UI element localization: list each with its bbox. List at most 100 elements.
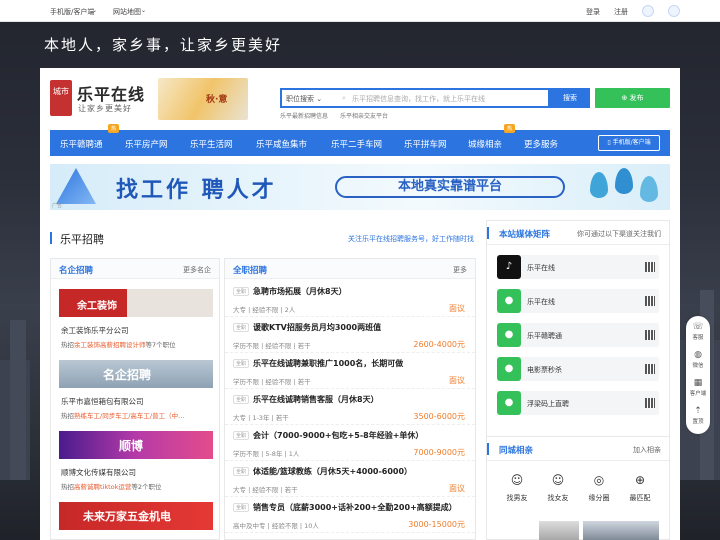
media-item[interactable]: ♪ 乐平在线	[497, 255, 659, 279]
job-salary: 7000-9000元	[413, 448, 465, 457]
company-banner[interactable]: 余工装饰	[59, 289, 213, 317]
ad-banner[interactable]: 找工作 聘人才 本地真实靠谱平台 广告	[50, 164, 670, 210]
login-link[interactable]: 登录	[586, 7, 600, 17]
job-title[interactable]: 乐平在线诚聘兼职推广1000名，长期可做	[253, 358, 403, 369]
company-hot-jobs[interactable]: 热招余工装饰高薪招聘设计师等7个职位	[61, 339, 211, 349]
chevron-down-icon: ⌄	[141, 7, 147, 14]
job-salary: 3000-15000元	[408, 520, 465, 529]
headset-icon: ☏	[692, 322, 704, 332]
back-to-top-button[interactable]: ⇡ 置顶	[686, 406, 710, 425]
hot-badge: 热	[504, 124, 516, 133]
male-user-icon: ☺	[510, 473, 524, 487]
find-boyfriend-button[interactable]: ☺ 找男友	[497, 473, 537, 503]
wechat-icon: ●	[497, 357, 521, 381]
job-title[interactable]: 谖歌KTV招服务员月均3000两班值	[253, 322, 381, 333]
search-input[interactable]: 乐平招聘信息查询，找工作，就上乐平在线	[352, 94, 485, 104]
customer-service-button[interactable]: ☏ 客服	[686, 322, 710, 341]
job-title[interactable]: 体适能/篮球教练（月休5天+4000-6000）	[253, 466, 412, 477]
job-row[interactable]: 全职 谖歌KTV招服务员月均3000两班值 学历不限 | 经验不限 | 若干 2600…	[225, 317, 475, 353]
nav-item[interactable]: 乐平房产网	[125, 138, 168, 150]
search-box: 职位搜索 ⌄ ⌕ 乐平招聘信息查询，找工作，就上乐平在线	[280, 88, 550, 108]
fate-circle-button[interactable]: ◎ 缘分圈	[579, 473, 619, 503]
job-tag: 全职	[233, 323, 250, 332]
join-dating-link[interactable]: 加入相亲	[633, 445, 661, 455]
site-logo[interactable]: 城市	[50, 80, 72, 116]
mobile-client-link[interactable]: 手机版/客户端	[50, 7, 94, 17]
job-salary: 3500-6000元	[413, 412, 465, 421]
media-item[interactable]: ● 乐平赣聘通	[497, 323, 659, 347]
profile-photo[interactable]	[583, 521, 659, 540]
nav-item[interactable]: 乐平二手车网	[331, 138, 382, 150]
nav-item[interactable]: 乐平赣聘通	[60, 138, 103, 150]
media-item[interactable]: ● 电影票秒杀	[497, 357, 659, 381]
nav-item[interactable]: 乐平咸鱼集市	[256, 138, 307, 150]
recruit-section-header: 乐平招聘 关注乐平在线招聘服务号，好工作随时找	[50, 226, 478, 248]
nav-item[interactable]: 更多服务	[524, 138, 558, 150]
job-tag: 全职	[233, 287, 250, 296]
job-title[interactable]: 销售专员（底薪3000+话补200+全勤200+高额提成）	[253, 502, 457, 513]
media-item[interactable]: ● 浮梁码上直聘	[497, 391, 659, 415]
job-row[interactable]: 全职 销售专员（底薪3000+话补200+全勤200+高额提成） 高中及中专 | 经…	[225, 497, 475, 533]
nav-item[interactable]: 乐平拼车网	[404, 138, 447, 150]
recruit-title: 乐平招聘	[60, 233, 104, 246]
best-match-button[interactable]: ⊕ 最匹配	[620, 473, 660, 503]
hot-link[interactable]: 乐平最新招聘信息	[280, 111, 328, 120]
hot-link[interactable]: 乐平相亲交友平台	[340, 111, 388, 120]
qrcode-icon[interactable]	[645, 262, 655, 272]
qrcode-icon[interactable]	[645, 364, 655, 374]
jobs-more-link[interactable]: 更多	[453, 265, 467, 275]
wechat-icon[interactable]	[642, 5, 654, 17]
profile-photo[interactable]	[539, 521, 579, 540]
job-row[interactable]: 全职 乐平在线诚聘兼职推广1000名，长期可做 学历不限 | 经验不限 | 若干 面议	[225, 353, 475, 389]
wechat-icon: ●	[497, 391, 521, 415]
nav-item[interactable]: 城缘相亲	[468, 138, 502, 150]
qrcode-icon[interactable]	[645, 398, 655, 408]
leaf-decoration	[590, 172, 608, 198]
famous-more-link[interactable]: 更多名企	[183, 265, 211, 275]
mobile-client-button[interactable]: ▯ 手机版/客户端	[598, 135, 660, 151]
company-banner[interactable]: 未来万家五金机电	[59, 502, 213, 530]
jobs-title: 全职招聘	[233, 266, 268, 276]
job-title[interactable]: 乐平在线诚聘销售客服（月休8天）	[253, 394, 379, 405]
sitemap-link[interactable]: 网站地图	[113, 7, 141, 17]
company-name[interactable]: 顺博文化传媒有限公司	[61, 467, 136, 478]
job-title[interactable]: 会计（7000-9000+包吃+5-8年经验+单休）	[253, 430, 423, 441]
media-subtitle: 你可通过以下渠道关注我们	[577, 230, 661, 238]
top-bar: 手机版/客户端 ⌄ 网站地图 ⌄ 登录 注册	[0, 0, 720, 22]
wechat-icon: ◍	[694, 350, 702, 360]
job-title[interactable]: 急聘市场拓展（月休8天）	[253, 286, 347, 297]
company-hot-jobs[interactable]: 热招高薪诚聘tiktok运营等2个职位	[61, 481, 211, 491]
company-banner[interactable]: 名企招聘	[59, 360, 213, 388]
wechat-button[interactable]: ◍ 微信	[686, 350, 710, 369]
qrcode-icon[interactable]	[645, 296, 655, 306]
media-item[interactable]: ● 乐平在线	[497, 289, 659, 313]
publish-button[interactable]: ⊕ 发布	[595, 88, 670, 108]
client-button[interactable]: ▦ 客户端	[686, 378, 710, 397]
autumn-banner: 秋·意	[158, 78, 248, 120]
company-name[interactable]: 余工装饰乐平分公司	[61, 325, 129, 336]
company-hot-jobs[interactable]: 热招熟练车工/同步车工/高车工/普工（中…	[61, 410, 211, 420]
search-category-select[interactable]: 职位搜索 ⌄	[286, 94, 322, 104]
job-tag: 全职	[233, 395, 250, 404]
arrow-up-icon: ⇡	[694, 406, 702, 416]
wechat-icon: ●	[497, 323, 521, 347]
job-row[interactable]: 全职 体适能/篮球教练（月休5天+4000-6000） 大专 | 经验不限 | 若干…	[225, 461, 475, 497]
user-icon[interactable]	[668, 5, 680, 17]
qrcode-icon: ▦	[693, 378, 703, 388]
job-row[interactable]: 全职 会计（7000-9000+包吃+5-8年经验+单休） 学历不限 | 5-8年 …	[225, 425, 475, 461]
job-row[interactable]: 全职 乐平在线诚聘销售客服（月休8天） 大专 | 1-3年 | 若干 3500-600…	[225, 389, 475, 425]
find-girlfriend-button[interactable]: ☺ 找女友	[538, 473, 578, 503]
company-banner[interactable]: 顺博	[59, 431, 213, 459]
company-name[interactable]: 乐平市嘉恒箱包有限公司	[61, 396, 144, 407]
site-name[interactable]: 乐平在线	[77, 81, 145, 105]
job-details: 学历不限 | 经验不限 | 若干	[233, 378, 311, 386]
job-row[interactable]: 全职 急聘市场拓展（月休8天） 大专 | 经验不限 | 2人 面议	[225, 281, 475, 317]
nav-item[interactable]: 乐平生活网	[190, 138, 233, 150]
register-link[interactable]: 注册	[614, 7, 628, 17]
search-button[interactable]: 搜索	[550, 88, 590, 108]
fulltime-jobs-card: 全职招聘 更多 全职 急聘市场拓展（月休8天） 大专 | 经验不限 | 2人 面议 全职…	[224, 258, 476, 540]
recruit-follow-link[interactable]: 关注乐平在线招聘服务号，好工作随时找	[348, 234, 474, 244]
banner-pill: 本地真实靠谱平台	[335, 176, 565, 198]
qrcode-icon[interactable]	[645, 330, 655, 340]
main-container: 城市 乐平在线 让家乡更美好 秋·意 职位搜索 ⌄ ⌕ 乐平招聘信息查询，找工作…	[40, 68, 680, 540]
